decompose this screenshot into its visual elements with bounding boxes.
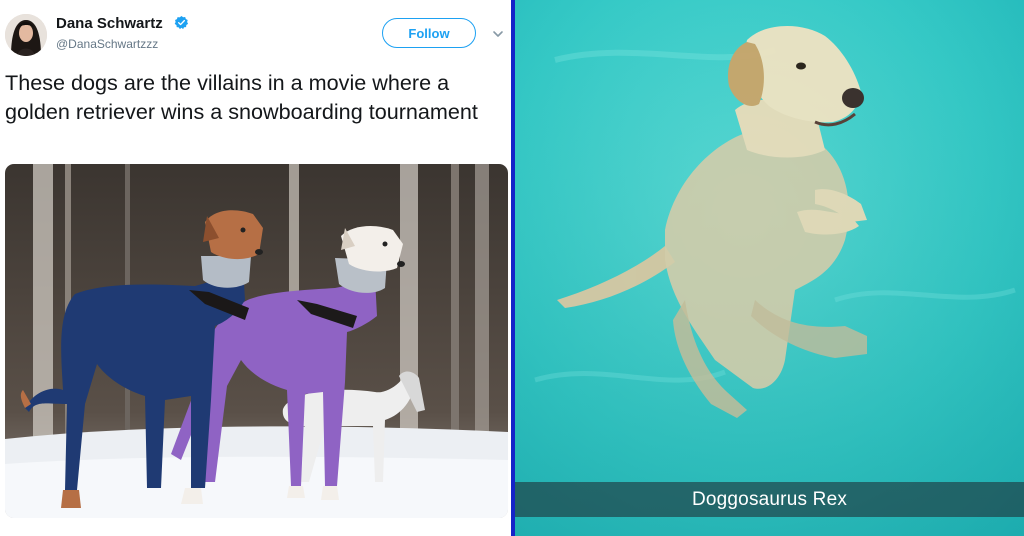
snap-caption: Doggosaurus Rex — [691, 488, 848, 510]
follow-button[interactable]: Follow — [382, 18, 476, 48]
avatar[interactable] — [5, 14, 47, 56]
tweet-text: These dogs are the villains in a movie w… — [5, 70, 478, 124]
tweet-photo[interactable] — [5, 164, 508, 518]
user-name[interactable]: Dana Schwartz — [56, 15, 163, 32]
snap-caption-bar: Doggosaurus Rex — [515, 482, 1024, 517]
tweet-card: Dana Schwartz @DanaSchwartzzz Follow The… — [0, 0, 512, 536]
chevron-down-icon[interactable] — [492, 28, 504, 40]
pool-dog-photo — [515, 0, 1024, 536]
verified-badge-icon — [174, 15, 189, 30]
user-handle[interactable]: @DanaSchwartzzz — [56, 37, 158, 51]
